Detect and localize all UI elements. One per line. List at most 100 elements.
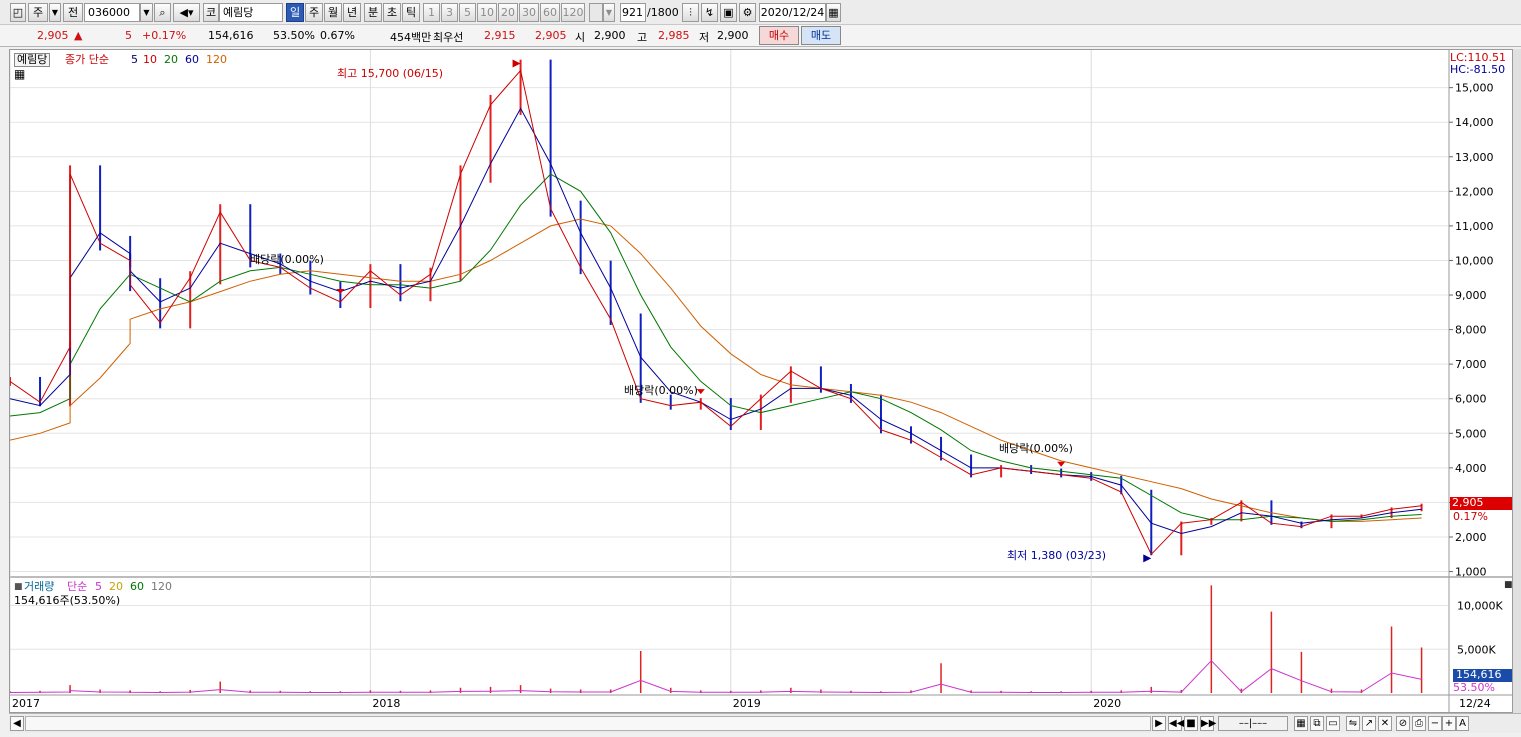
- legend-ma10: 10: [143, 53, 157, 66]
- market-select[interactable]: 주: [28, 3, 48, 22]
- buy-button[interactable]: 매수: [759, 26, 799, 45]
- dividend-marker-icon: [336, 288, 345, 294]
- interval-1[interactable]: 1: [423, 3, 440, 22]
- price-tick-label: 9,000: [1455, 289, 1487, 302]
- search-icon[interactable]: ⌕: [154, 3, 171, 22]
- last-date-label: 12/24: [1459, 697, 1491, 710]
- low-annotation: 최저 1,380 (03/23): [1007, 549, 1107, 562]
- link-icon[interactable]: ⊘: [1396, 716, 1410, 731]
- stock-code-dropdown-icon[interactable]: ▼: [140, 3, 153, 22]
- low-arrow-icon: [1143, 554, 1152, 563]
- high-label: 고: [637, 31, 648, 44]
- quote-bar: 2,905 ▲ 5 +0.17% 154,616 53.50% 0.67% 45…: [0, 25, 1521, 47]
- indicator-icon[interactable]: ↯: [701, 3, 718, 22]
- low-label: 저: [699, 31, 710, 44]
- auto-scale-icon[interactable]: A: [1456, 716, 1469, 731]
- count-total: /1800: [647, 6, 679, 19]
- custom-interval-input[interactable]: [589, 3, 603, 22]
- price-tick-label: 5,000: [1455, 427, 1487, 440]
- right-scrollbar[interactable]: [1513, 49, 1521, 713]
- sell-button[interactable]: 매도: [801, 26, 841, 45]
- save-icon[interactable]: ▣: [720, 3, 737, 22]
- print-icon[interactable]: ⎙: [1412, 716, 1426, 731]
- price-legend-prefix: 종가 단순: [65, 53, 109, 66]
- dividend-marker-icon: [696, 389, 705, 395]
- interval-10[interactable]: 10: [477, 3, 497, 22]
- calendar-icon[interactable]: ▦: [826, 3, 841, 22]
- price-tick-label: 2,000: [1455, 531, 1487, 544]
- window-menu-icon[interactable]: ◰: [10, 3, 26, 22]
- volume-last-ratio: 53.50%: [1453, 681, 1495, 694]
- trade-value: 454백만: [390, 31, 432, 44]
- period-day[interactable]: 일: [286, 3, 304, 22]
- legend-ma20: 20: [164, 53, 178, 66]
- scroll-left-icon[interactable]: ◀: [10, 716, 24, 731]
- chart-grid-icon[interactable]: ▦: [1294, 716, 1308, 731]
- period-month[interactable]: 월: [324, 3, 342, 22]
- stop-icon[interactable]: ■: [1184, 716, 1198, 731]
- year-tick-label: 2018: [372, 697, 400, 710]
- period-week[interactable]: 주: [305, 3, 323, 22]
- compare-icon[interactable]: ⇋: [1346, 716, 1360, 731]
- change-value: 5: [125, 29, 132, 42]
- open-label: 시: [575, 31, 586, 44]
- volume-pane-close-icon[interactable]: ■: [1504, 579, 1512, 591]
- volume-pane-icon[interactable]: ■: [14, 581, 23, 593]
- open-value: 2,900: [594, 29, 626, 42]
- period-tick[interactable]: 틱: [402, 3, 420, 22]
- price-tick-label: 7,000: [1455, 358, 1487, 371]
- grid-icon[interactable]: ▦: [14, 68, 25, 80]
- candle-icon[interactable]: ⫶: [682, 3, 699, 22]
- interval-5[interactable]: 5: [459, 3, 476, 22]
- legend-ma60: 60: [185, 53, 199, 66]
- custom-interval-dropdown-icon[interactable]: ▼: [603, 3, 615, 22]
- interval-3[interactable]: 3: [441, 3, 458, 22]
- gear-icon[interactable]: ⚙: [739, 3, 756, 22]
- zoom-slider[interactable]: ––|–––: [1218, 716, 1288, 731]
- prev-button[interactable]: 전: [63, 3, 83, 22]
- interval-20[interactable]: 20: [498, 3, 518, 22]
- period-year[interactable]: 년: [343, 3, 361, 22]
- scroll-right-icon[interactable]: ▶: [1152, 716, 1166, 731]
- play-forward-icon[interactable]: ▶▶: [1200, 716, 1216, 731]
- interval-120[interactable]: 120: [561, 3, 585, 22]
- count-input[interactable]: 921: [620, 3, 646, 22]
- price-tick-label: 8,000: [1455, 324, 1487, 337]
- speaker-icon[interactable]: ◀▾: [173, 3, 200, 22]
- chart-canvas: 15,000 14,000 13,000 12,000 11,000 10,000 9,00…: [10, 50, 1512, 712]
- play-back-icon[interactable]: ◀◀: [1168, 716, 1184, 731]
- high-value: 2,985: [658, 29, 690, 42]
- year-tick-label: 2017: [12, 697, 40, 710]
- price-tick-label: 13,000: [1455, 151, 1494, 164]
- last-price-tag: 2,905: [1450, 497, 1512, 510]
- price-tick-label: 12,000: [1455, 185, 1494, 198]
- volume-ratio: 53.50%: [273, 29, 315, 42]
- price-tick-label: 6,000: [1455, 393, 1487, 406]
- horizontal-scrollbar[interactable]: [25, 716, 1151, 731]
- trend-icon[interactable]: ↗: [1362, 716, 1376, 731]
- volume-legend-ma120: 120: [151, 580, 172, 593]
- chart-area[interactable]: 15,000 14,000 13,000 12,000 11,000 10,000 9,00…: [9, 49, 1513, 713]
- low-value: 2,900: [717, 29, 749, 42]
- period-minute[interactable]: 분: [364, 3, 382, 22]
- zoom-out-icon[interactable]: −: [1428, 716, 1442, 731]
- toolbar: ◰ 주 ▼ 전 036000 ▼ ⌕ ◀▾ 코 예림당 일 주 월 년 분 초 …: [0, 0, 1521, 25]
- change-percent: +0.17%: [142, 29, 187, 42]
- copy-icon[interactable]: ⧉: [1310, 716, 1324, 731]
- date-input[interactable]: 2020/12/24: [759, 3, 826, 22]
- window-icon[interactable]: ▭: [1326, 716, 1340, 731]
- market-dropdown-icon[interactable]: ▼: [49, 3, 61, 22]
- sector-code[interactable]: 코: [203, 3, 219, 22]
- volume-value: 154,616: [208, 29, 254, 42]
- price-tick-label: 15,000: [1455, 82, 1494, 95]
- ma20-line: [10, 107, 1422, 535]
- stock-code-input[interactable]: 036000: [84, 3, 140, 22]
- legend-ma5: 5: [131, 53, 138, 66]
- period-second[interactable]: 초: [383, 3, 401, 22]
- cross-icon[interactable]: ✕: [1378, 716, 1392, 731]
- interval-30[interactable]: 30: [519, 3, 539, 22]
- high-arrow-icon: [512, 59, 521, 68]
- stock-name-field[interactable]: 예림당: [219, 3, 283, 22]
- zoom-in-icon[interactable]: +: [1442, 716, 1456, 731]
- interval-60[interactable]: 60: [540, 3, 560, 22]
